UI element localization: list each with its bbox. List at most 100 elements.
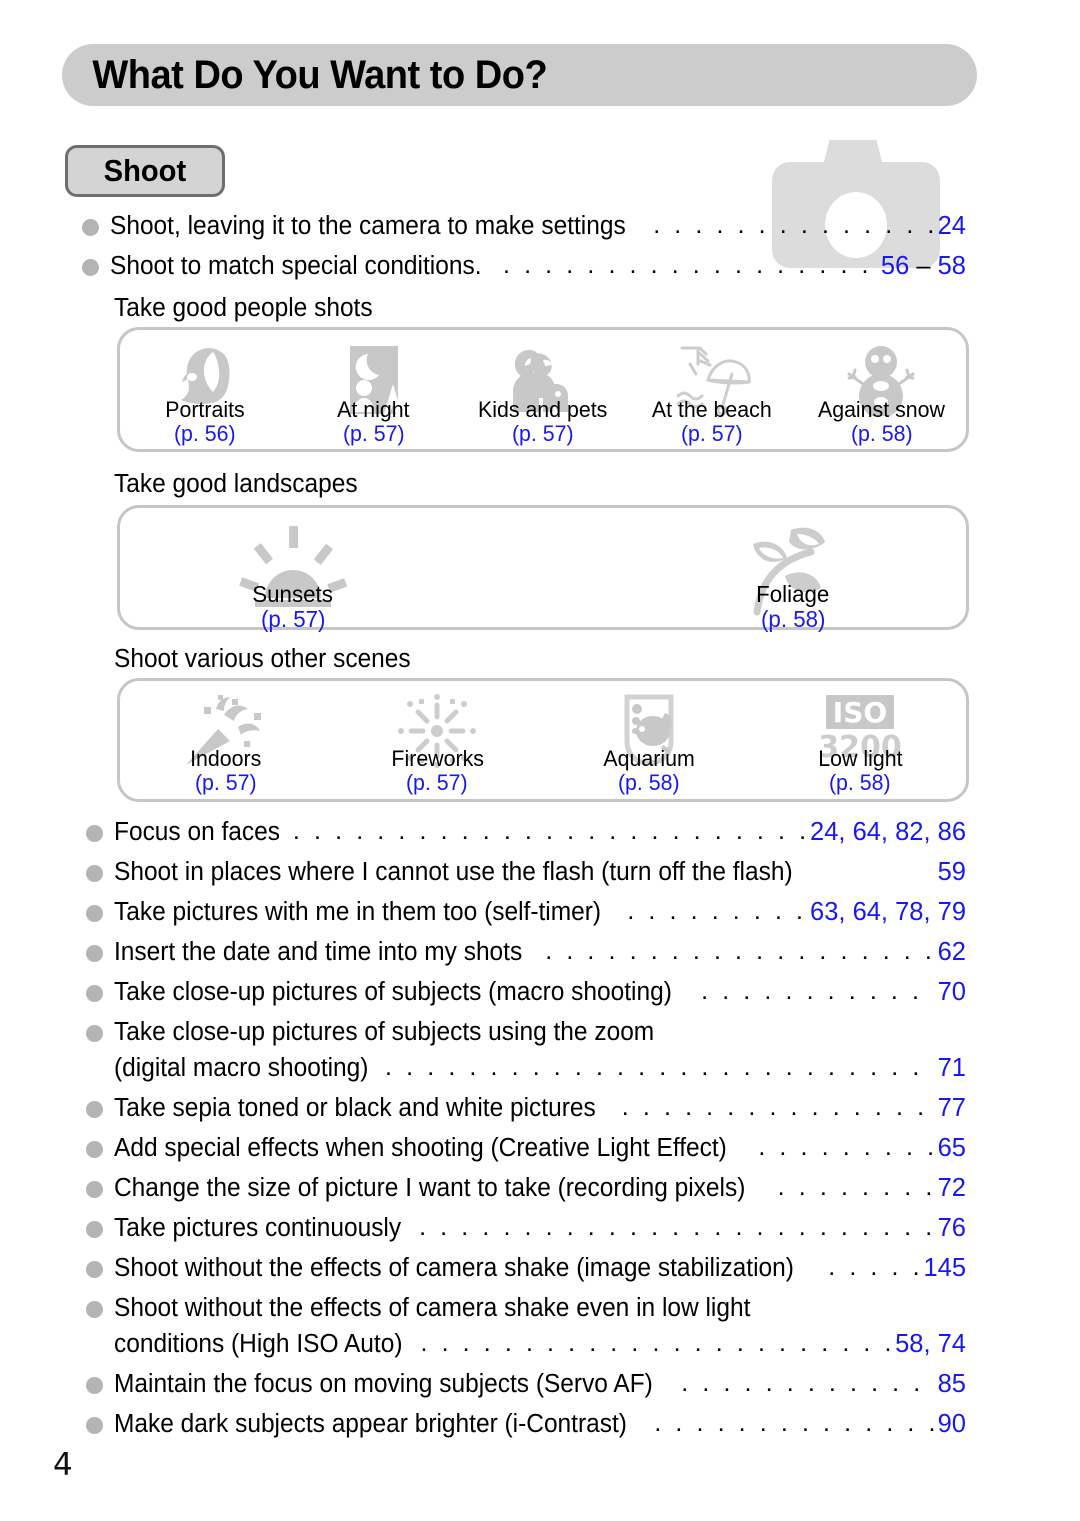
toc-entry[interactable]: Shoot without the effects of camera shak… [86, 1253, 966, 1283]
toc-entry-page[interactable]: 72 [938, 1174, 966, 1203]
dot-leader: . . . . . . . . . . . . . . . . . . . . … [654, 1409, 933, 1437]
toc-entry[interactable]: Insert the date and time into my shots .… [86, 937, 966, 967]
bullet-icon [86, 1101, 103, 1118]
toc-entry-page[interactable]: 77 [938, 1094, 966, 1123]
toc-entry[interactable]: Take close-up pictures of subjects using… [86, 1018, 966, 1047]
toc-entry-label: Shoot to match special conditions. [110, 252, 482, 280]
scene-item[interactable]: Foliage (p. 58) [643, 520, 943, 633]
scene-item[interactable]: Fireworks (p. 57) [332, 693, 542, 795]
toc-entry-page[interactable]: 85 [938, 1370, 966, 1399]
page-range-end: 58 [937, 252, 966, 280]
scene-item-page[interactable]: (p. 57) [681, 421, 743, 446]
toc-entry-page[interactable]: 24 [938, 212, 966, 241]
scene-item-page[interactable]: (p. 58) [618, 770, 680, 795]
toc-entry[interactable]: Change the size of picture I want to tak… [86, 1173, 966, 1203]
dot-leader: . . . . . . . . . . . . . . . . . . . . … [777, 1173, 934, 1201]
bullet-icon [86, 985, 103, 1002]
scene-item-page[interactable]: (p. 58) [829, 770, 891, 795]
scene-group-landscapes: Sunsets (p. 57) Foliage (p. 58) [117, 505, 969, 633]
dot-leader: . . . . . . . . . . . . . . . . . . . . … [681, 1369, 933, 1397]
toc-entry-continuation[interactable]: conditions (High ISO Auto) . . . . . . .… [114, 1329, 966, 1359]
toc-entry-page[interactable]: 62 [938, 938, 966, 967]
toc-entry-page[interactable]: 145 [923, 1254, 966, 1283]
scene-item-page[interactable]: (p. 57) [195, 770, 257, 795]
bullet-icon [82, 259, 99, 276]
toc-entry-label: Take close-up pictures of subjects (macr… [114, 978, 672, 1006]
dot-leader: . . . . . . . . . . . . . . . . . . . . … [420, 1329, 891, 1357]
scene-item[interactable]: At the beach (p. 57) [628, 344, 796, 446]
scene-item-page[interactable]: (p. 57) [512, 421, 574, 446]
scene-item-label: Low light [818, 746, 903, 771]
scene-item-page[interactable]: (p. 57) [406, 770, 468, 795]
scene-item-label: Sunsets [252, 581, 334, 607]
toc-entry-page[interactable]: 63, 64, 78, 79 [810, 898, 966, 927]
bullet-icon [86, 905, 103, 922]
scene-item-page[interactable]: (p. 57) [343, 421, 405, 446]
scene-item[interactable]: Sunsets (p. 57) [143, 520, 443, 633]
scene-item-label: Fireworks [391, 746, 484, 771]
toc-entry-page[interactable]: 58, 74 [895, 1330, 966, 1359]
toc-entry-label: (digital macro shooting) [114, 1054, 369, 1082]
toc-entry[interactable]: Make dark subjects appear brighter (i-Co… [86, 1409, 966, 1439]
group-heading: Take good landscapes [114, 470, 358, 498]
toc-entry-label: conditions (High ISO Auto) [114, 1330, 403, 1358]
bullet-icon [82, 219, 99, 236]
toc-entry[interactable]: Focus on faces . . . . . . . . . . . . .… [86, 817, 966, 847]
scene-item[interactable]: Aquarium (p. 58) [544, 693, 754, 795]
toc-entry-label: Insert the date and time into my shots [114, 938, 523, 966]
toc-entry-page[interactable]: 71 [938, 1054, 966, 1083]
bullet-icon [86, 945, 103, 962]
toc-entry-label: Shoot in places where I cannot use the f… [114, 858, 793, 886]
toc-entry[interactable]: Shoot to match special conditions. . . .… [82, 251, 966, 281]
svg-text:ISO: ISO [833, 696, 887, 729]
scene-item-label: At night [337, 397, 410, 422]
scene-item[interactable]: Against snow (p. 58) [797, 344, 965, 446]
scene-item-label: Portraits [164, 397, 245, 422]
dot-leader: . . . . . . . . . . . . . . . . . . . . … [385, 1053, 934, 1081]
toc-entry[interactable]: Maintain the focus on moving subjects (S… [86, 1369, 966, 1399]
dot-leader: . . . . . . . . . . . . . . . . . . . . … [653, 211, 933, 239]
toc-entry-label: Focus on faces [114, 818, 281, 846]
dot-leader: . . . . . . . . . . . . . . . . . . . . … [701, 977, 934, 1005]
bullet-icon [86, 1377, 103, 1394]
scene-item[interactable]: ISO 3200 Low light (p. 58) [755, 693, 965, 795]
toc-entry-page[interactable]: 90 [938, 1410, 966, 1439]
bullet-icon [86, 1025, 103, 1042]
toc-entry[interactable]: Add special effects when shooting (Creat… [86, 1133, 966, 1163]
toc-entry[interactable]: Shoot without the effects of camera shak… [86, 1294, 966, 1323]
scene-item-page[interactable]: (p. 58) [761, 606, 825, 632]
bullet-icon [86, 1301, 103, 1318]
toc-entry-page[interactable]: 70 [938, 978, 966, 1007]
toc-entry-page[interactable]: 56 – 58 [881, 252, 966, 281]
page-title-bar: What Do You Want to Do? [62, 44, 977, 106]
toc-entry-label: Take sepia toned or black and white pict… [114, 1094, 596, 1122]
toc-entry-page[interactable]: 65 [938, 1134, 966, 1163]
toc-entry[interactable]: Shoot in places where I cannot use the f… [86, 858, 966, 887]
dot-leader: . . . . . . . . . . . . . . . . . . . . … [419, 1213, 934, 1241]
toc-entry[interactable]: Take pictures continuously . . . . . . .… [86, 1213, 966, 1243]
toc-entry-page[interactable]: 24, 64, 82, 86 [810, 818, 966, 847]
scene-item-page[interactable]: (p. 56) [174, 421, 236, 446]
scene-item[interactable]: Indoors (p. 57) [121, 693, 331, 795]
group-heading: Shoot various other scenes [114, 645, 411, 673]
toc-entry-page[interactable]: 76 [938, 1214, 966, 1243]
bullet-icon [86, 1221, 103, 1238]
toc-entry[interactable]: Take sepia toned or black and white pict… [86, 1093, 966, 1123]
toc-entry[interactable]: Shoot, leaving it to the camera to make … [82, 211, 966, 241]
scene-item-label: Aquarium [603, 746, 695, 771]
toc-entry-continuation[interactable]: (digital macro shooting) . . . . . . . .… [114, 1053, 966, 1083]
scene-item[interactable]: At night (p. 57) [290, 344, 458, 446]
scene-item[interactable]: Kids and pets (p. 57) [459, 344, 627, 446]
dot-leader: . . . . . . . . . . . . . . . . . . . . … [545, 937, 933, 965]
toc-entry[interactable]: Take close-up pictures of subjects (macr… [86, 977, 966, 1007]
bullet-icon [86, 1141, 103, 1158]
scene-item[interactable]: Portraits (p. 56) [121, 344, 289, 446]
scene-item-label: Foliage [756, 581, 830, 607]
scene-item-page[interactable]: (p. 58) [851, 421, 913, 446]
toc-entry[interactable]: Take pictures with me in them too (self-… [86, 897, 966, 927]
scene-item-page[interactable]: (p. 57) [261, 606, 325, 632]
scene-item-label: At the beach [652, 397, 773, 422]
toc-entry-label: Shoot, leaving it to the camera to make … [110, 212, 626, 240]
dot-leader: . . . . . . . . . . . . . . . . . . . . … [292, 817, 806, 845]
toc-entry-page[interactable]: 59 [938, 858, 966, 887]
